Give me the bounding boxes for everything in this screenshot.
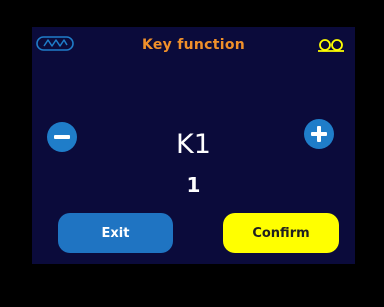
- confirm-button-label: Confirm: [252, 225, 310, 241]
- confirm-button[interactable]: Confirm: [223, 213, 339, 253]
- increment-button[interactable]: [304, 119, 334, 149]
- exit-button[interactable]: Exit: [58, 213, 173, 253]
- selected-key-value: 1: [186, 173, 201, 197]
- tape-reel-icon: [316, 37, 346, 52]
- plus-icon: [311, 126, 327, 142]
- exit-button-label: Exit: [101, 225, 130, 241]
- page-title: Key function: [141, 37, 246, 53]
- device-screen: Key function K1 1 Exit Confirm: [32, 27, 355, 264]
